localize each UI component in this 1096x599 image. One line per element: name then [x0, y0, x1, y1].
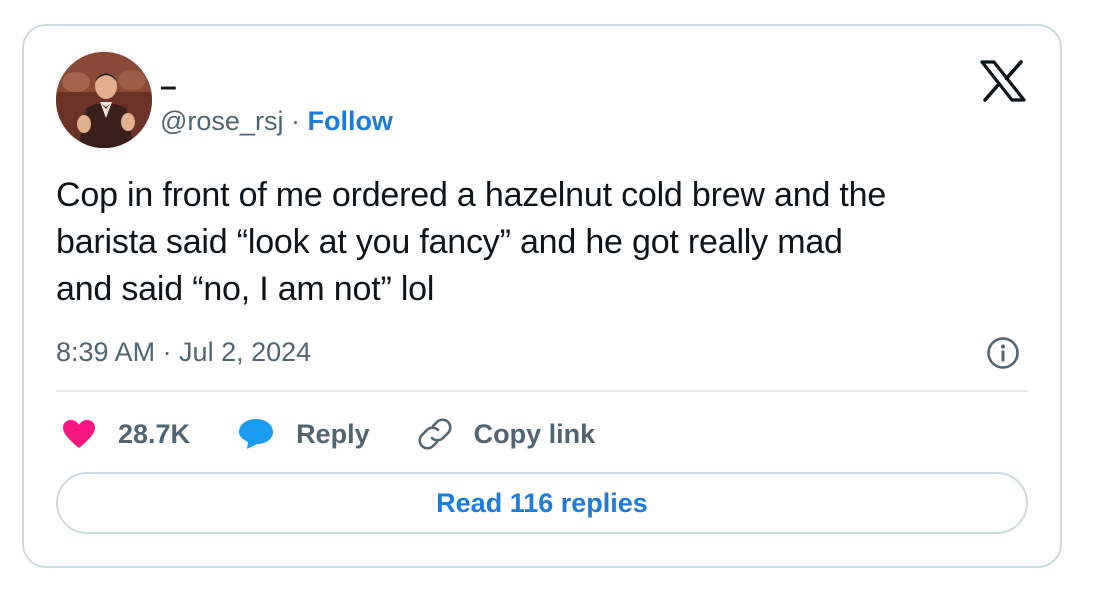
tweet-line: Cop in front of me ordered a hazelnut co… — [56, 176, 887, 214]
like-button[interactable]: 28.7K — [62, 419, 190, 450]
tweet-text: Cop in front of me ordered a hazelnut co… — [56, 172, 1046, 313]
avatar[interactable] — [56, 52, 152, 148]
handle[interactable]: @rose_rsj — [160, 106, 283, 136]
x-logo-icon[interactable] — [980, 60, 1026, 102]
link-icon — [418, 418, 452, 450]
tweet-line: barista said “look at you fancy” and he … — [56, 223, 843, 261]
follow-button[interactable]: Follow — [307, 106, 392, 136]
handle-row: @rose_rsj · Follow — [160, 104, 393, 138]
timestamp[interactable]: 8:39 AM · Jul 2, 2024 — [56, 334, 311, 370]
separator: · — [283, 106, 308, 136]
heart-icon — [63, 420, 95, 448]
divider — [56, 390, 1028, 392]
read-replies-button[interactable]: Read 116 replies — [56, 472, 1028, 534]
avatar-image — [56, 52, 152, 148]
speech-bubble-icon — [239, 419, 274, 449]
tweet-line: and said “no, I am not” lol — [56, 270, 435, 308]
reply-button[interactable]: Reply — [238, 418, 370, 450]
action-bar: 28.7K Reply Copy link — [62, 412, 643, 456]
copy-link-button[interactable]: Copy link — [418, 417, 596, 451]
tweet-card: – @rose_rsj · Follow Cop in front of me … — [22, 24, 1062, 568]
like-count: 28.7K — [118, 418, 191, 449]
display-name[interactable]: – — [160, 70, 177, 104]
reply-label: Reply — [296, 418, 370, 449]
info-icon[interactable] — [986, 336, 1020, 370]
copy-link-label: Copy link — [473, 418, 596, 449]
